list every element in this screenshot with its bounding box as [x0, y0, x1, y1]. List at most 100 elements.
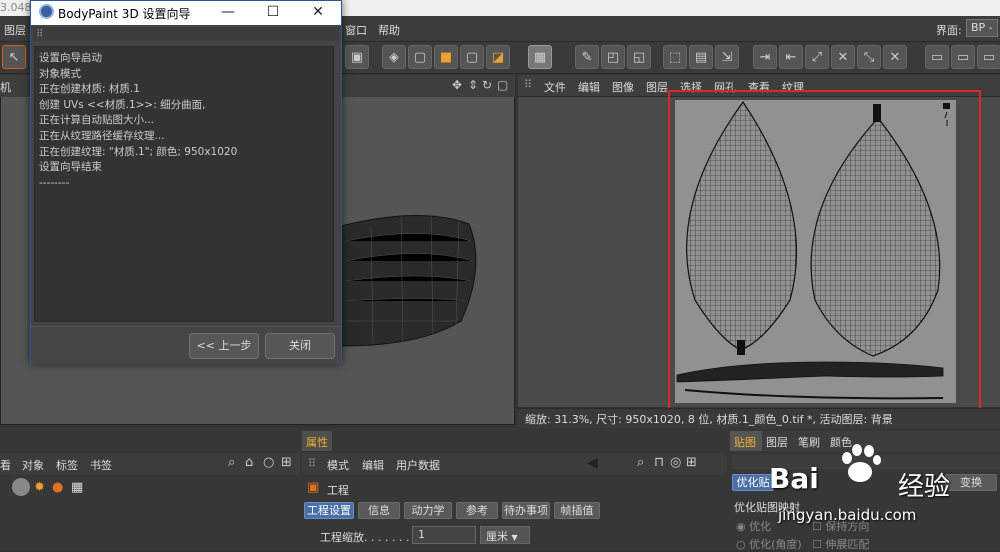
close-icon[interactable]: ✕: [308, 3, 328, 21]
attr-menu-userdata[interactable]: 用户数据: [396, 457, 440, 473]
version-text: 3.048: [0, 1, 32, 14]
highlight-box: [668, 90, 981, 428]
render-icon[interactable]: ▣: [345, 45, 369, 69]
select-rect-icon[interactable]: ⬚: [663, 45, 687, 69]
layout-label: 界面:: [936, 24, 962, 37]
uv-mirror-icon[interactable]: ✕: [831, 45, 855, 69]
checker-icon[interactable]: ▦: [528, 45, 552, 69]
watermark-brand-cn: 经验: [898, 472, 951, 502]
tab-brushes[interactable]: 笔刷: [798, 434, 820, 450]
maximize-icon[interactable]: ☐: [263, 3, 283, 21]
calc-icon[interactable]: ▤: [689, 45, 713, 69]
layout-b-icon[interactable]: ▭: [951, 45, 975, 69]
watermark-brand: Bai: [769, 462, 819, 495]
project-icon: ▣: [307, 480, 320, 495]
paint-setup-icon[interactable]: ◈: [382, 45, 406, 69]
filter-icon[interactable]: ○: [263, 455, 274, 470]
close-button[interactable]: 关闭: [265, 333, 335, 359]
log-line: 对象模式: [39, 67, 81, 80]
transform-icon[interactable]: ⇲: [715, 45, 739, 69]
radio-icon: ◉: [736, 520, 750, 533]
rotate-view-icon[interactable]: ↻: [482, 78, 492, 92]
watermark-url: jingyan.baidu.com: [778, 506, 917, 524]
layout-a-icon[interactable]: ▭: [925, 45, 949, 69]
objects-menu-bookmarks[interactable]: 书签: [90, 457, 112, 473]
checker-tag-icon[interactable]: ▦: [71, 480, 83, 495]
tab-dynamics[interactable]: 动力学: [404, 502, 452, 519]
log-line: 设置向导启动: [39, 52, 102, 64]
unit-value: 厘米: [486, 530, 508, 543]
tab-attributes[interactable]: 属性: [302, 431, 332, 451]
uv-rotate-icon[interactable]: ⤢: [805, 45, 829, 69]
maximize-view-icon[interactable]: ▢: [497, 78, 508, 92]
tab-info[interactable]: 信息: [358, 502, 400, 519]
texture-menu-edit[interactable]: 编辑: [578, 79, 600, 95]
target-icon[interactable]: ◎: [670, 455, 681, 470]
search-icon[interactable]: ⌕: [637, 455, 644, 470]
objects-menu-view[interactable]: 看: [0, 457, 11, 473]
cinema4d-logo-icon: [39, 4, 54, 19]
search-icon[interactable]: ⌕: [228, 455, 235, 470]
material-tag-icon[interactable]: ●: [52, 480, 63, 495]
brush-icon[interactable]: ✎: [575, 45, 599, 69]
uv-scale-icon[interactable]: ⇤: [779, 45, 803, 69]
tab-project-settings[interactable]: 工程设置: [304, 502, 354, 519]
object-sphere-icon[interactable]: [12, 478, 30, 496]
minimize-icon[interactable]: —: [218, 3, 238, 21]
texture-menu-layer[interactable]: 图层: [646, 79, 668, 95]
add-icon[interactable]: ⊞: [686, 455, 697, 470]
project-scale-input[interactable]: 1: [412, 526, 476, 544]
cube-side-icon[interactable]: ▢: [460, 45, 484, 69]
option-optimize-label: 优化: [749, 520, 772, 533]
attr-menu-edit[interactable]: 编辑: [362, 457, 384, 473]
cube-icon[interactable]: ▢: [408, 45, 432, 69]
log-line: 创建 UVs <<材质.1>>: 细分曲面,: [39, 98, 206, 111]
uv-move-icon[interactable]: ⇥: [753, 45, 777, 69]
pointer-tool-icon[interactable]: ↖: [2, 45, 26, 69]
cube-edge-icon[interactable]: ◪: [486, 45, 510, 69]
project-scale-unit-dropdown[interactable]: 厘米 ▼: [480, 526, 530, 544]
uv-flip-icon[interactable]: ⤡: [857, 45, 881, 69]
option-optimize[interactable]: ◉ 优化: [736, 518, 771, 534]
attributes-header: ⠿ 模式 编辑 用户数据 ◀ ⌕ ⊓ ◎ ⊞: [302, 453, 727, 475]
log-line: 正在从纹理路径缓存纹理...: [39, 129, 165, 142]
menu-item-help[interactable]: 帮助: [378, 22, 400, 38]
layout-dropdown[interactable]: BP -: [966, 19, 998, 37]
lock-icon[interactable]: ⊓: [654, 455, 664, 470]
attr-menu-mode[interactable]: 模式: [327, 457, 349, 473]
cube-orange-icon[interactable]: ■: [434, 45, 458, 69]
clone-icon[interactable]: ◰: [601, 45, 625, 69]
tab-reference[interactable]: 参考: [456, 502, 498, 519]
attr-section-title: 工程: [327, 484, 349, 497]
texture-menu-file[interactable]: 文件: [544, 79, 566, 95]
back-arrow-icon[interactable]: ◀: [587, 455, 598, 471]
menu-item-layer[interactable]: 图层: [4, 22, 26, 38]
optimize-map-button[interactable]: 优化贴: [732, 474, 774, 491]
objects-menu-object[interactable]: 对象: [22, 457, 44, 473]
back-button[interactable]: << 上一步: [189, 333, 259, 359]
objects-menu-tags[interactable]: 标签: [56, 457, 78, 473]
mask-icon[interactable]: ◱: [627, 45, 651, 69]
dialog-grip: ⠿: [33, 27, 339, 41]
tab-frame-interp[interactable]: 帧插值: [554, 502, 600, 519]
add-icon[interactable]: ⊞: [281, 455, 292, 470]
move-view-icon[interactable]: ✥: [452, 78, 462, 92]
wizard-log: 设置向导启动 对象模式 正在创建材质: 材质.1 创建 UVs <<材质.1>>…: [34, 46, 334, 322]
radio-icon: ○: [736, 538, 750, 551]
grip-icon: ⠿: [36, 29, 44, 40]
option-stretch-fit-label: 伸展匹配: [825, 538, 870, 551]
tab-layers[interactable]: 图层: [766, 434, 788, 450]
transform-button[interactable]: 变换: [945, 474, 997, 491]
tab-map[interactable]: 贴图: [730, 431, 762, 451]
home-icon[interactable]: ⌂: [245, 455, 253, 470]
layout-c-icon[interactable]: ▭: [977, 45, 1000, 69]
tab-todo[interactable]: 待办事项: [502, 502, 550, 519]
texture-menu-image[interactable]: 图像: [612, 79, 634, 95]
viewport-tab[interactable]: 机: [0, 79, 11, 95]
uv-relax-icon[interactable]: ✕: [883, 45, 907, 69]
chevron-down-icon: ▼: [511, 533, 518, 542]
zoom-view-icon[interactable]: ⇕: [468, 78, 478, 92]
project-scale-label: 工程缩放. . . . . . .: [320, 531, 410, 544]
object-tag-icon[interactable]: ✹: [34, 480, 45, 495]
menu-item-window[interactable]: 窗口: [345, 22, 367, 38]
